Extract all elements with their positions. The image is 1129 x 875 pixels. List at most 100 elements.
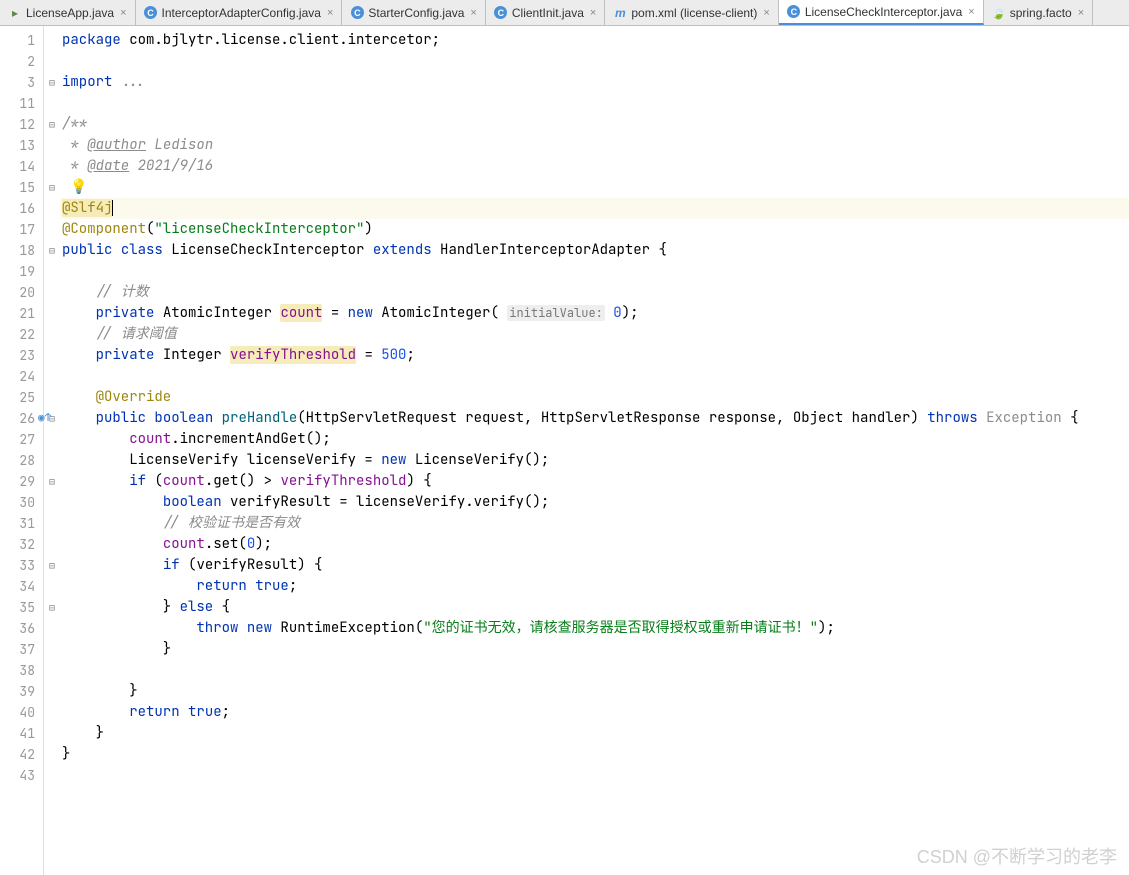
- fold-marker: [44, 492, 60, 513]
- close-icon[interactable]: ×: [327, 7, 333, 19]
- line-number[interactable]: 42: [0, 744, 43, 765]
- fold-marker[interactable]: ⊟: [44, 177, 60, 198]
- line-number[interactable]: 34: [0, 576, 43, 597]
- line-number[interactable]: 2: [0, 51, 43, 72]
- line-number[interactable]: 29: [0, 471, 43, 492]
- line-number[interactable]: 12: [0, 114, 43, 135]
- fold-marker: [44, 765, 60, 786]
- line-number[interactable]: 18: [0, 240, 43, 261]
- fold-marker: [44, 744, 60, 765]
- javadoc-author-tag: @author: [87, 136, 146, 154]
- line-number[interactable]: 11: [0, 93, 43, 114]
- class-name: LicenseCheckInterceptor: [171, 241, 364, 259]
- java-class-icon: C: [787, 5, 801, 19]
- intention-bulb-icon[interactable]: 💡: [70, 178, 87, 196]
- fold-marker[interactable]: ⊟: [44, 114, 60, 135]
- line-number[interactable]: 37: [0, 639, 43, 660]
- line-number[interactable]: 24: [0, 366, 43, 387]
- code-area[interactable]: package com.bjlytr.license.client.interc…: [60, 26, 1129, 875]
- line-number[interactable]: 19: [0, 261, 43, 282]
- fold-marker[interactable]: ⊟: [44, 240, 60, 261]
- line-number-gutter: 1231112131415161718192021222324252627282…: [0, 26, 44, 875]
- import-fold[interactable]: ...: [112, 73, 146, 91]
- fold-marker: [44, 660, 60, 681]
- editor-tab[interactable]: ▸ LicenseApp.java ×: [0, 0, 136, 25]
- close-icon[interactable]: ×: [590, 7, 596, 19]
- line-number[interactable]: 27: [0, 429, 43, 450]
- line-number[interactable]: 23: [0, 345, 43, 366]
- annotation-component: @Component: [62, 220, 146, 238]
- editor-tab[interactable]: C StarterConfig.java ×: [342, 0, 485, 25]
- param-hint: initialValue:: [507, 305, 605, 321]
- annotation-slf4j: @Slf4j: [62, 199, 112, 217]
- line-number[interactable]: 22: [0, 324, 43, 345]
- line-number[interactable]: 31: [0, 513, 43, 534]
- fold-marker[interactable]: ⊟: [44, 597, 60, 618]
- javadoc-date-tag: @date: [87, 157, 129, 175]
- fold-marker[interactable]: ⊟: [44, 72, 60, 93]
- line-number[interactable]: 3: [0, 72, 43, 93]
- line-number[interactable]: 35: [0, 597, 43, 618]
- editor-tab[interactable]: CInterceptorAdapterConfig.java×: [136, 0, 343, 25]
- comment-count: // 计数: [96, 283, 149, 301]
- line-number[interactable]: 28: [0, 450, 43, 471]
- annotation-override: @Override: [96, 388, 172, 406]
- fold-marker: [44, 450, 60, 471]
- watermark: CSDN @不断学习的老李: [917, 843, 1117, 869]
- super-class: HandlerInterceptorAdapter: [440, 241, 650, 259]
- close-icon[interactable]: ×: [1078, 7, 1084, 19]
- line-number[interactable]: 16: [0, 198, 43, 219]
- text-cursor: [112, 200, 113, 216]
- java-class-icon: C: [350, 6, 364, 20]
- java-class-icon: C: [144, 6, 158, 20]
- tab-label: StarterConfig.java: [368, 6, 464, 20]
- line-number[interactable]: 21: [0, 303, 43, 324]
- line-number[interactable]: 33: [0, 555, 43, 576]
- line-number[interactable]: 39: [0, 681, 43, 702]
- line-number[interactable]: 41: [0, 723, 43, 744]
- line-number[interactable]: 32: [0, 534, 43, 555]
- tab-label: pom.xml (license-client): [631, 6, 757, 20]
- line-number[interactable]: 25: [0, 387, 43, 408]
- editor-tab[interactable]: CLicenseCheckInterceptor.java×: [779, 0, 984, 25]
- fold-marker: [44, 261, 60, 282]
- tab-label: LicenseApp.java: [26, 6, 114, 20]
- java-file-icon: ▸: [8, 6, 22, 20]
- fold-marker: [44, 366, 60, 387]
- line-number[interactable]: 14: [0, 156, 43, 177]
- error-message: "您的证书无效，请核查服务器是否取得授权或重新申请证书！": [423, 619, 818, 637]
- close-icon[interactable]: ×: [120, 7, 126, 19]
- keyword-package: package: [62, 31, 121, 49]
- comment-verify: // 校验证书是否有效: [163, 514, 300, 532]
- editor-tab[interactable]: 🍃spring.facto×: [984, 0, 1093, 25]
- fold-marker: [44, 534, 60, 555]
- override-gutter-icon[interactable]: ◉↑: [38, 408, 51, 429]
- fold-marker: [44, 30, 60, 51]
- line-number[interactable]: 36: [0, 618, 43, 639]
- close-icon[interactable]: ×: [470, 7, 476, 19]
- fold-marker: [44, 135, 60, 156]
- fold-column: ⊟⊟⊟⊟⊟⊟⊟⊟: [44, 26, 60, 875]
- line-number[interactable]: 17: [0, 219, 43, 240]
- close-icon[interactable]: ×: [968, 6, 974, 18]
- fold-marker[interactable]: ⊟: [44, 555, 60, 576]
- line-number[interactable]: 13: [0, 135, 43, 156]
- fold-marker: [44, 618, 60, 639]
- line-number[interactable]: 1: [0, 30, 43, 51]
- keyword-import: import: [62, 73, 112, 91]
- line-number[interactable]: 30: [0, 492, 43, 513]
- line-number[interactable]: 15: [0, 177, 43, 198]
- code-editor: 1231112131415161718192021222324252627282…: [0, 26, 1129, 875]
- field-threshold: verifyThreshold: [230, 346, 356, 364]
- fold-marker[interactable]: ⊟: [44, 471, 60, 492]
- fold-marker: [44, 639, 60, 660]
- line-number[interactable]: 43: [0, 765, 43, 786]
- editor-tab[interactable]: CClientInit.java×: [486, 0, 605, 25]
- editor-tab[interactable]: mpom.xml (license-client)×: [605, 0, 778, 25]
- line-number[interactable]: 38: [0, 660, 43, 681]
- line-number[interactable]: 40: [0, 702, 43, 723]
- line-number[interactable]: 26: [0, 408, 43, 429]
- line-number[interactable]: 20: [0, 282, 43, 303]
- close-icon[interactable]: ×: [763, 7, 769, 19]
- fold-marker: [44, 387, 60, 408]
